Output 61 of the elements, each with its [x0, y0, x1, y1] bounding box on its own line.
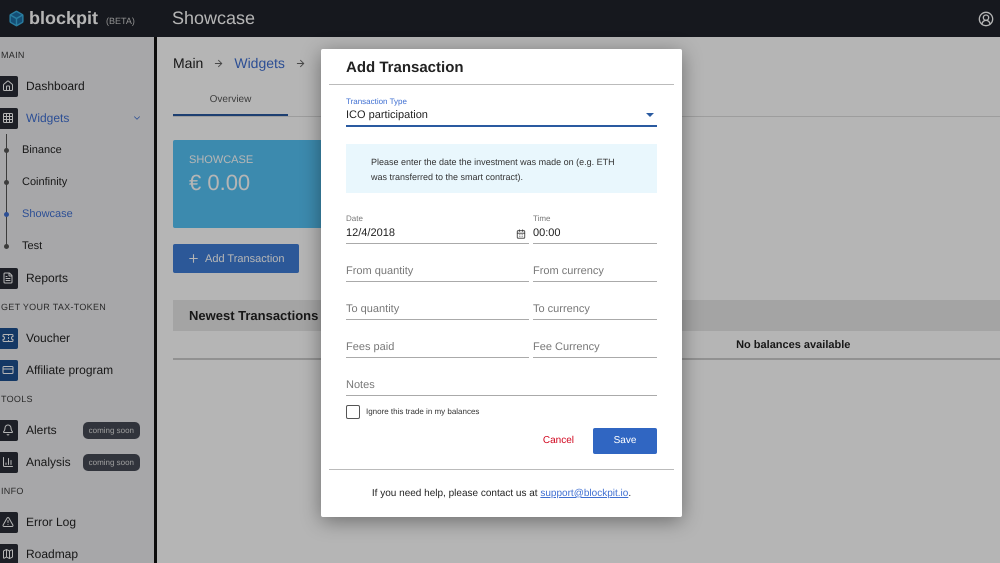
table-cell: No balances available: [736, 338, 850, 350]
input-field[interactable]: To quantity: [346, 300, 529, 320]
support-link[interactable]: support@blockpit.io: [540, 488, 628, 499]
sidebar-item[interactable]: Roadmap: [0, 538, 154, 563]
coming-soon-badge: coming soon: [82, 422, 140, 438]
date-field[interactable]: 12/4/2018: [346, 224, 529, 244]
transaction-type-select[interactable]: Transaction Type ICO participation: [346, 94, 657, 127]
field-label: Time: [533, 214, 552, 223]
field-label: Date: [346, 214, 364, 223]
checkbox-label: Ignore this trade in my balances: [366, 407, 480, 416]
page-title: Showcase: [172, 8, 256, 29]
user-icon[interactable]: [978, 10, 994, 26]
input-field[interactable]: 00:00: [533, 224, 657, 244]
breadcrumb-item: Main: [173, 55, 204, 71]
arrow-icon: [294, 58, 306, 68]
input-field[interactable]: Fees paid: [346, 338, 529, 358]
sidebar-item[interactable]: Alerts coming soon: [0, 414, 154, 446]
bell-icon: [0, 420, 18, 440]
calendar-icon[interactable]: [516, 228, 526, 239]
bar-chart-icon: [0, 452, 18, 472]
plus-icon: [187, 252, 200, 265]
sidebar-subitem[interactable]: Test: [0, 230, 154, 262]
input-field[interactable]: From currency: [533, 262, 657, 282]
breadcrumb-link[interactable]: Widgets: [234, 55, 285, 71]
document-icon: [0, 268, 18, 288]
sidebar-item[interactable]: Voucher: [0, 322, 154, 354]
input-field[interactable]: Notes: [346, 376, 657, 396]
section-title: INFO: [1, 486, 25, 498]
section-title: TOOLS: [1, 394, 34, 406]
info-message: Please enter the date the investment was made on (e.g. ETH was transferred to the smart contract).: [346, 144, 657, 193]
checkbox[interactable]: [346, 404, 360, 419]
help-text: If you need help, please contact us at support@blockpit.io.: [372, 488, 632, 499]
sidebar-subitem[interactable]: Binance: [0, 134, 154, 166]
ticket-icon: [0, 328, 18, 348]
logo: blockpit: [29, 8, 98, 29]
section-title: GET YOUR TAX-TOKEN: [1, 302, 108, 314]
card-icon: [0, 360, 18, 380]
card-value: € 0.00: [189, 170, 252, 196]
sidebar-item[interactable]: Error Log: [0, 506, 154, 538]
dialog-title: Add Transaction: [345, 58, 465, 78]
cancel-button[interactable]: Cancel: [538, 431, 578, 450]
input-field[interactable]: From quantity: [346, 262, 529, 282]
sidebar-item[interactable]: Dashboard: [0, 70, 154, 102]
warning-icon: [0, 512, 18, 532]
home-icon: [0, 76, 18, 96]
beta-label: (BETA): [106, 16, 135, 26]
coming-soon-badge: coming soon: [82, 454, 140, 470]
sidebar-item[interactable]: Affiliate program: [0, 354, 154, 386]
sidebar-item[interactable]: Reports: [0, 262, 154, 294]
grid-icon: [0, 108, 18, 128]
save-button[interactable]: Save: [593, 428, 657, 454]
card-title: SHOWCASE: [189, 154, 254, 166]
sidebar-item[interactable]: Analysis coming soon: [0, 446, 154, 478]
input-field[interactable]: To currency: [533, 300, 657, 320]
sidebar-subitem[interactable]: Coinfinity: [0, 166, 154, 198]
table-title: Newest Transactions: [189, 308, 318, 323]
input-field[interactable]: Fee Currency: [533, 338, 657, 358]
map-icon: [0, 544, 18, 563]
section-title: MAIN: [1, 50, 26, 62]
logo-icon: [8, 10, 25, 27]
arrow-icon: [213, 58, 224, 68]
